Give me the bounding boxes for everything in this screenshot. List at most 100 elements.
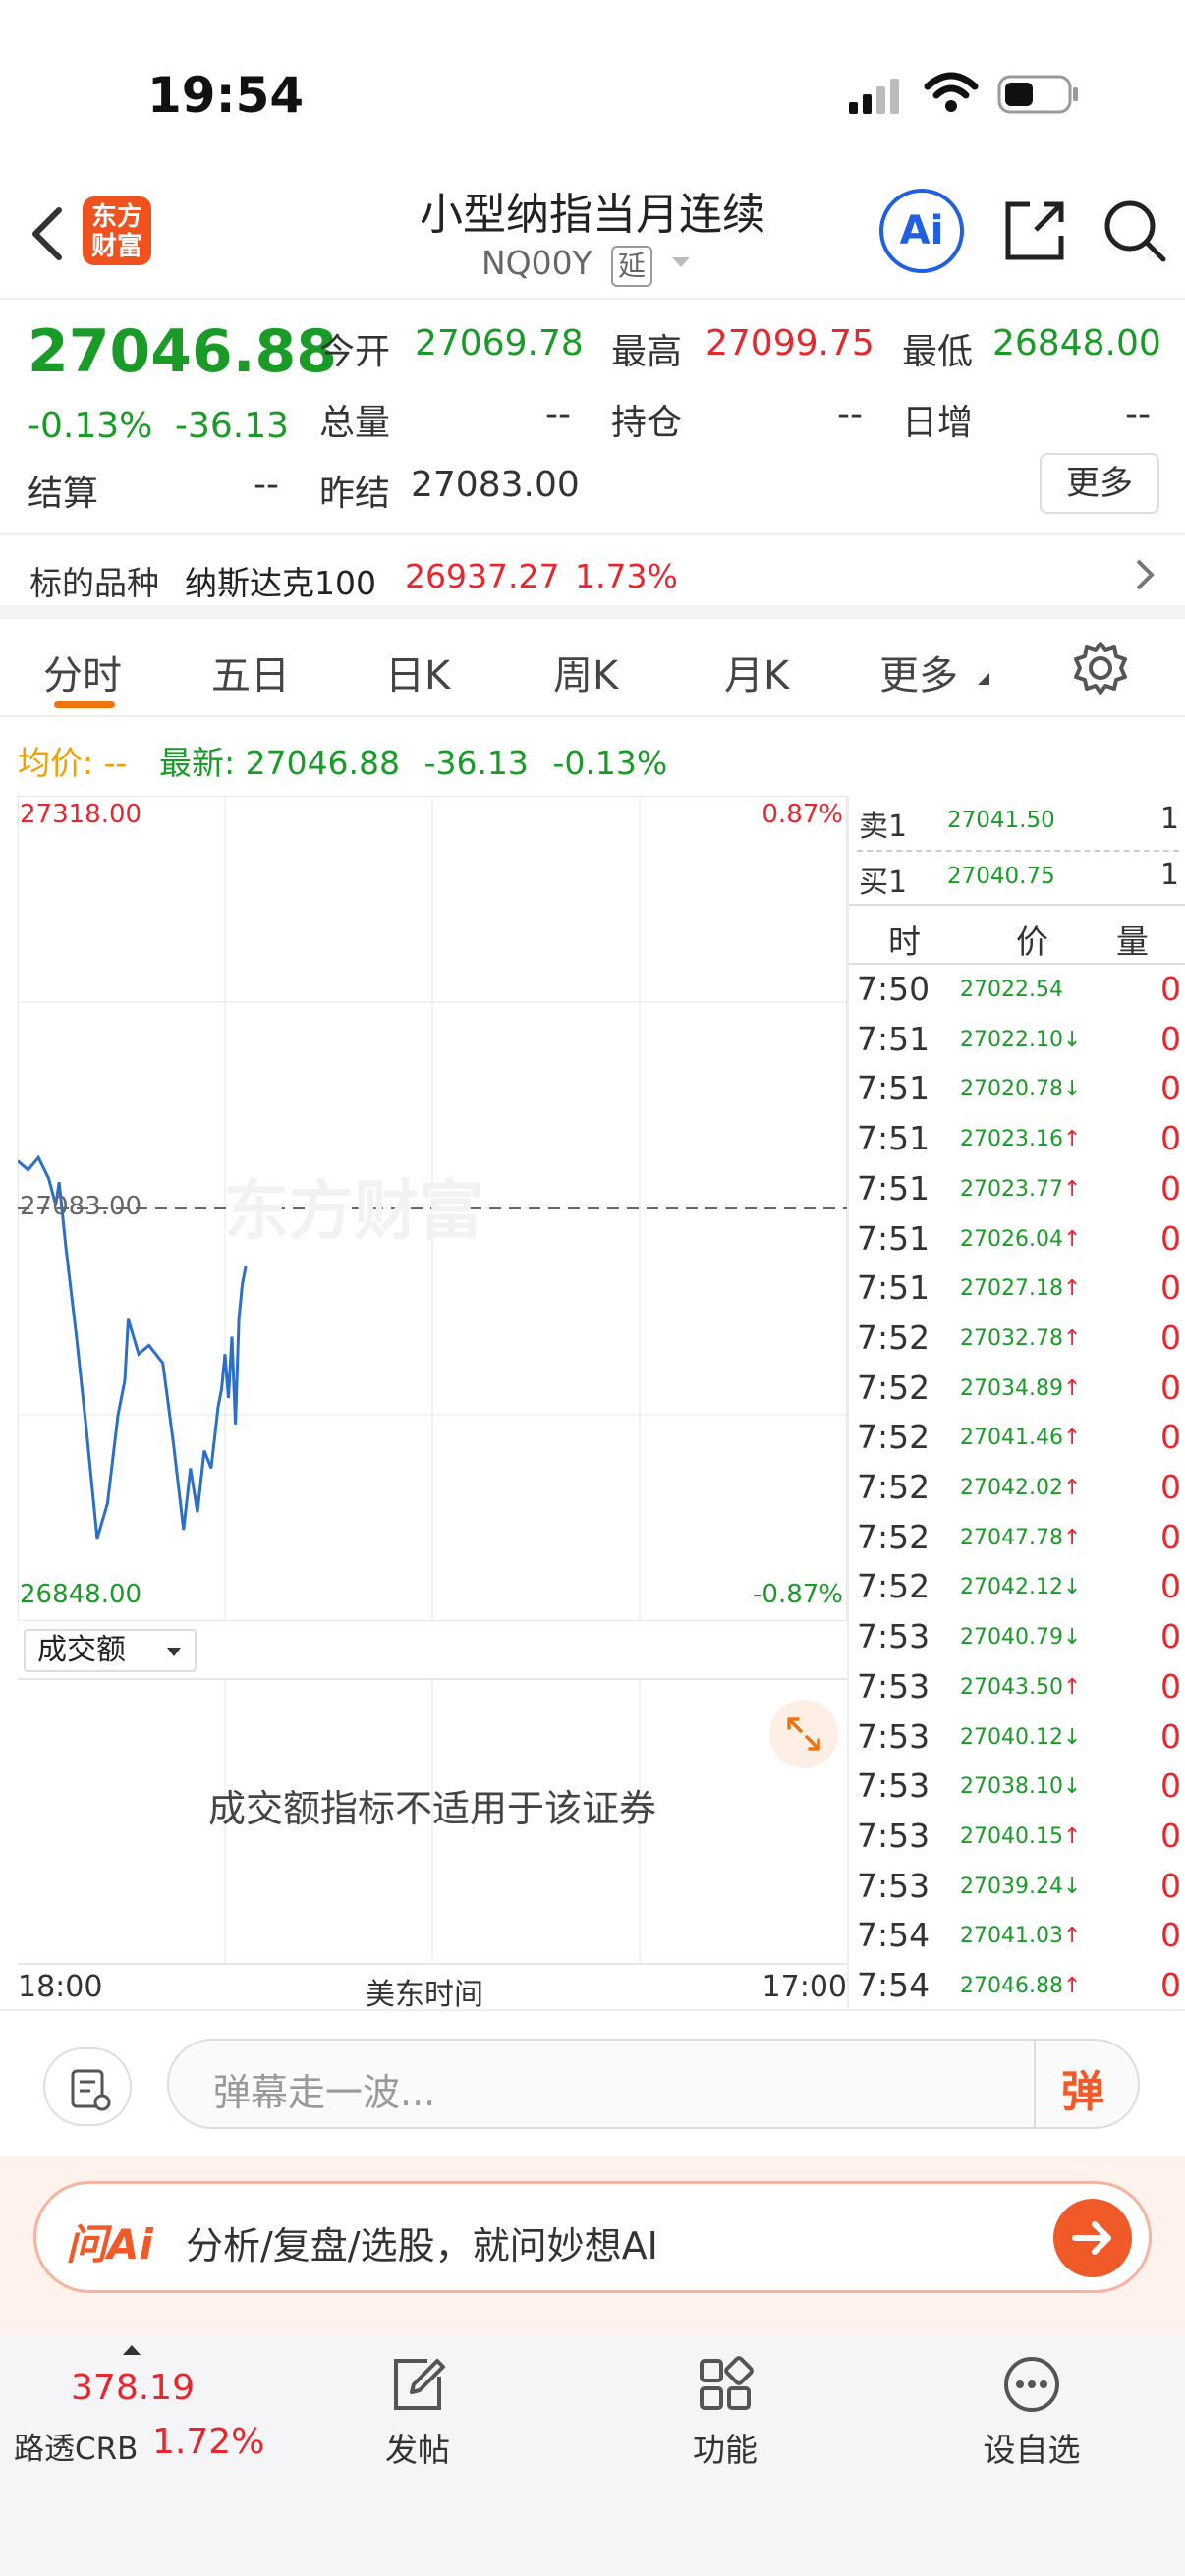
open-interest-value: -- [837, 394, 863, 434]
tick-qty: 0 [1160, 1119, 1181, 1158]
grid-apps-icon [700, 2356, 754, 2410]
daily-increase-value: -- [1125, 394, 1151, 434]
arrow-up-icon: ↑ [1062, 1823, 1082, 1849]
ai-go-button[interactable] [1053, 2199, 1132, 2277]
tick-row: 7:51 27020.78↓ 0 [857, 1069, 1185, 1119]
arrow-up-icon: ↑ [1062, 1426, 1082, 1451]
chart-mid-value: 27083.00 [20, 1192, 142, 1221]
quote-panel: 27046.88 -0.13% -36.13 今开 27069.78 最高 27… [0, 300, 1185, 535]
ai-button[interactable]: Ai [879, 189, 964, 273]
app-logo: 东方财富 [83, 196, 151, 265]
arrow-up-icon: ↑ [1062, 1226, 1082, 1252]
tick-qty: 0 [1160, 1716, 1181, 1756]
ask-qty: 1 [1159, 802, 1179, 836]
danmaku-button[interactable]: 弹 [1061, 2056, 1104, 2119]
ai-ask-box[interactable]: 问Ai 分析/复盘/选股，就问妙想AI [33, 2181, 1152, 2293]
tick-row: 7:53 27040.15↑ 0 [857, 1817, 1185, 1867]
comment-list-button[interactable] [43, 2047, 132, 2126]
back-icon[interactable] [28, 204, 67, 263]
order-book-panel: 卖1 27041.50 1 买1 27040.75 1 时 价 量 7:50 27… [847, 796, 1185, 2009]
post-label: 发帖 [385, 2431, 450, 2469]
tick-price: 27041.46↑ [960, 1426, 1082, 1451]
tick-price: 27042.02↑ [960, 1476, 1082, 1500]
more-button[interactable]: 更多 [1040, 453, 1159, 514]
tab-daily-k[interactable]: 日K [385, 644, 450, 700]
add-watchlist-button[interactable]: 设自选 [933, 2333, 1130, 2481]
bid-label: 买1 [859, 866, 908, 900]
tick-qty: 0 [1160, 1916, 1181, 1955]
input-divider [1034, 2041, 1036, 2127]
arrow-up-icon: ↑ [1062, 1476, 1082, 1500]
tick-price: 27040.12↓ [960, 1724, 1082, 1750]
arrow-up-icon: ↑ [1062, 1375, 1082, 1401]
tick-time: 7:51 [857, 1069, 931, 1108]
tick-qty: 0 [1160, 1517, 1181, 1556]
tick-price: 27043.50↑ [960, 1674, 1082, 1700]
tick-qty: 0 [1160, 1368, 1181, 1407]
arrow-down-icon: ↓ [1062, 1774, 1082, 1800]
arrow-up-icon: ↑ [1062, 1127, 1082, 1152]
page-title: 小型纳指当月连续 [420, 190, 765, 240]
indicator-selector[interactable]: 成交额 [24, 1629, 197, 1672]
arrow-right-icon [1072, 2221, 1111, 2255]
tab-more[interactable]: 更多 [879, 644, 958, 700]
tab-five-day[interactable]: 五日 [211, 644, 290, 700]
latest-change: -36.13 [423, 744, 529, 782]
chart-bottom-value: 26848.00 [20, 1580, 142, 1609]
arrow-up-icon: ↑ [1062, 1176, 1082, 1202]
function-button[interactable]: 功能 [627, 2333, 823, 2481]
expand-button[interactable] [769, 1700, 838, 1768]
tick-time: 7:51 [857, 1119, 931, 1158]
tick-row: 7:53 27040.12↓ 0 [857, 1717, 1185, 1767]
arrow-up-icon: ↑ [1062, 1525, 1082, 1550]
latest-label: 最新: [158, 744, 236, 782]
tick-price: 27023.16↑ [960, 1127, 1082, 1152]
arrow-down-icon: ↓ [1062, 1077, 1082, 1102]
tab-monthly-k[interactable]: 月K [724, 644, 789, 700]
comment-input[interactable]: 弹幕走一波... 弹 [167, 2039, 1140, 2129]
signal-icon [849, 79, 899, 114]
tick-row: 7:53 27039.24↓ 0 [857, 1867, 1185, 1917]
ask-price: 27041.50 [947, 808, 1055, 833]
bottom-ticker[interactable]: 378.19 路透CRB 1.72% [0, 2333, 265, 2481]
settings-gear-icon[interactable] [1073, 641, 1128, 696]
tick-time: 7:50 [857, 970, 931, 1008]
arrow-up-icon: ↑ [1062, 1974, 1082, 1998]
tab-intraday[interactable]: 分时 [43, 644, 122, 700]
tick-row: 7:51 27023.77↑ 0 [857, 1169, 1185, 1219]
tick-time: 7:52 [857, 1368, 931, 1407]
chart-tabs: 分时 五日 日K 周K 月K 更多 [0, 619, 1185, 717]
open-interest-label: 持仓 [611, 403, 683, 443]
open-value: 27069.78 [415, 323, 584, 364]
time-axis-end: 17:00 [762, 1970, 847, 2004]
ticker-percent: 1.72% [152, 2422, 265, 2462]
intraday-chart[interactable]: 东方财富 27318.00 0.87% 27083.00 26848.00 -0… [17, 796, 847, 1621]
caret-down-icon[interactable] [672, 257, 690, 267]
underlying-row[interactable]: 标的品种 纳斯达克100 26937.27 1.73% [0, 535, 1185, 619]
tick-time: 7:53 [857, 1666, 931, 1706]
tick-row: 7:52 27032.78↑ 0 [857, 1318, 1185, 1369]
change-value: -36.13 [175, 406, 290, 446]
status-bar: 19:54 [0, 0, 1185, 167]
security-code: NQ00Y [481, 244, 592, 282]
chart-bottom-percent: -0.87% [753, 1580, 843, 1609]
arrow-up-icon: ↑ [1062, 1325, 1082, 1351]
share-icon[interactable] [1000, 196, 1069, 265]
volume-panel: 成交额 成交额指标不适用于该证券 [18, 1621, 847, 1965]
arrow-down-icon: ↓ [1062, 1625, 1082, 1651]
tick-time: 7:53 [857, 1716, 931, 1756]
chevron-right-icon [1136, 559, 1155, 590]
search-icon[interactable] [1100, 196, 1169, 265]
tick-price: 27022.10↓ [960, 1027, 1082, 1052]
battery-icon [997, 75, 1078, 114]
function-label: 功能 [693, 2431, 758, 2469]
open-label: 今开 [319, 332, 391, 372]
latest-percent: -0.13% [552, 744, 668, 782]
post-button[interactable]: 发帖 [319, 2333, 516, 2481]
underlying-price: 26937.27 [405, 557, 560, 595]
tick-time: 7:53 [857, 1766, 931, 1806]
more-dots-icon [1004, 2357, 1059, 2412]
tab-weekly-k[interactable]: 周K [553, 644, 618, 700]
ask-label: 卖1 [859, 810, 908, 844]
tick-qty: 0 [1160, 1966, 1181, 2004]
